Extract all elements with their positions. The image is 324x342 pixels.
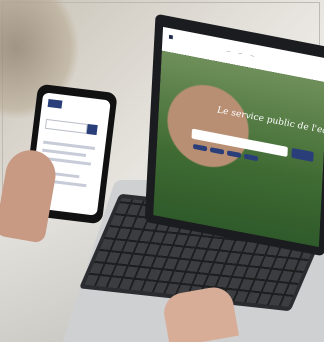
site-logo: ■ <box>168 33 174 41</box>
photo-scene: ■ — — — Le service public de l'eau <box>0 0 324 342</box>
nav-link: — <box>226 48 231 54</box>
phone-text-line <box>43 140 96 150</box>
phone-search-input[interactable] <box>44 118 88 134</box>
nav-link: — <box>238 50 243 57</box>
phone-site-logo <box>47 98 63 109</box>
nav-link: — <box>250 52 255 59</box>
site-navigation: — — — <box>226 48 254 58</box>
phone-search-button[interactable] <box>86 123 98 136</box>
phone-text-line <box>42 148 87 157</box>
laptop-screen: ■ — — — Le service public de l'eau <box>153 26 324 248</box>
